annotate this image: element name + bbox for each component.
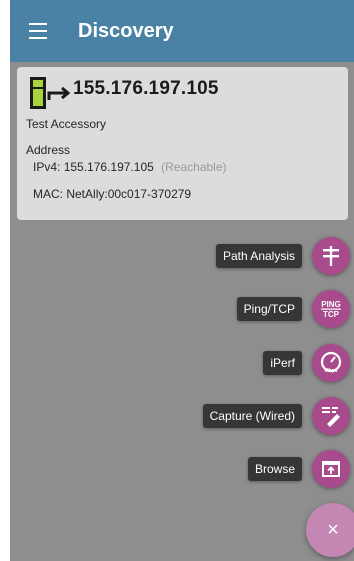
action-ping-tcp: Ping/TCP PING TCP	[236, 289, 354, 329]
app-screen: Discovery 155.176.197.105 Test Accessory…	[10, 0, 354, 561]
browse-button[interactable]	[312, 450, 350, 488]
action-path-analysis: Path Analysis	[215, 236, 354, 276]
path-analysis-icon	[323, 246, 339, 266]
svg-text:PING: PING	[321, 300, 341, 309]
ping-tcp-icon: PING TCP	[321, 300, 341, 319]
mac-label: MAC:	[33, 187, 63, 201]
ipv4-value: 155.176.197.105	[63, 160, 154, 174]
device-type-label: Test Accessory	[26, 117, 107, 131]
app-bar: Discovery	[10, 0, 354, 62]
browse-icon	[322, 461, 340, 477]
capture-wired-icon	[322, 407, 340, 427]
ping-tcp-button[interactable]: PING TCP	[312, 290, 350, 328]
hamburger-menu-icon[interactable]	[10, 0, 66, 62]
test-accessory-icon	[30, 77, 71, 109]
close-icon: ×	[327, 519, 339, 541]
ipv4-label: IPv4:	[33, 160, 61, 174]
action-capture-wired: Capture (Wired)	[202, 396, 354, 436]
action-browse: Browse	[247, 449, 354, 489]
device-card[interactable]: 155.176.197.105 Test Accessory Address I…	[17, 67, 348, 220]
mac-value: NetAlly:00c017-370279	[66, 187, 192, 201]
ipv4-row: IPv4: 155.176.197.105 (Reachable)	[33, 160, 227, 174]
svg-text:Mbps: Mbps	[324, 368, 337, 374]
iperf-gauge-icon: Mbps	[320, 351, 342, 374]
reachable-status: (Reachable)	[161, 160, 227, 174]
page-title: Discovery	[78, 19, 174, 42]
capture-wired-button[interactable]	[312, 397, 350, 435]
iperf-label[interactable]: iPerf	[263, 351, 302, 375]
svg-text:TCP: TCP	[323, 310, 340, 319]
ping-tcp-label[interactable]: Ping/TCP	[236, 297, 302, 321]
path-analysis-label[interactable]: Path Analysis	[215, 244, 302, 268]
address-section-label: Address	[26, 143, 71, 157]
mac-row: MAC: NetAlly:00c017-370279	[33, 187, 191, 201]
path-analysis-button[interactable]	[312, 237, 350, 275]
device-ip-title: 155.176.197.105	[73, 78, 219, 99]
capture-wired-label[interactable]: Capture (Wired)	[202, 404, 302, 428]
close-fab-button[interactable]: ×	[306, 503, 354, 557]
action-iperf: iPerf Mbps	[263, 343, 354, 383]
iperf-button[interactable]: Mbps	[312, 344, 350, 382]
browse-label[interactable]: Browse	[247, 457, 302, 481]
